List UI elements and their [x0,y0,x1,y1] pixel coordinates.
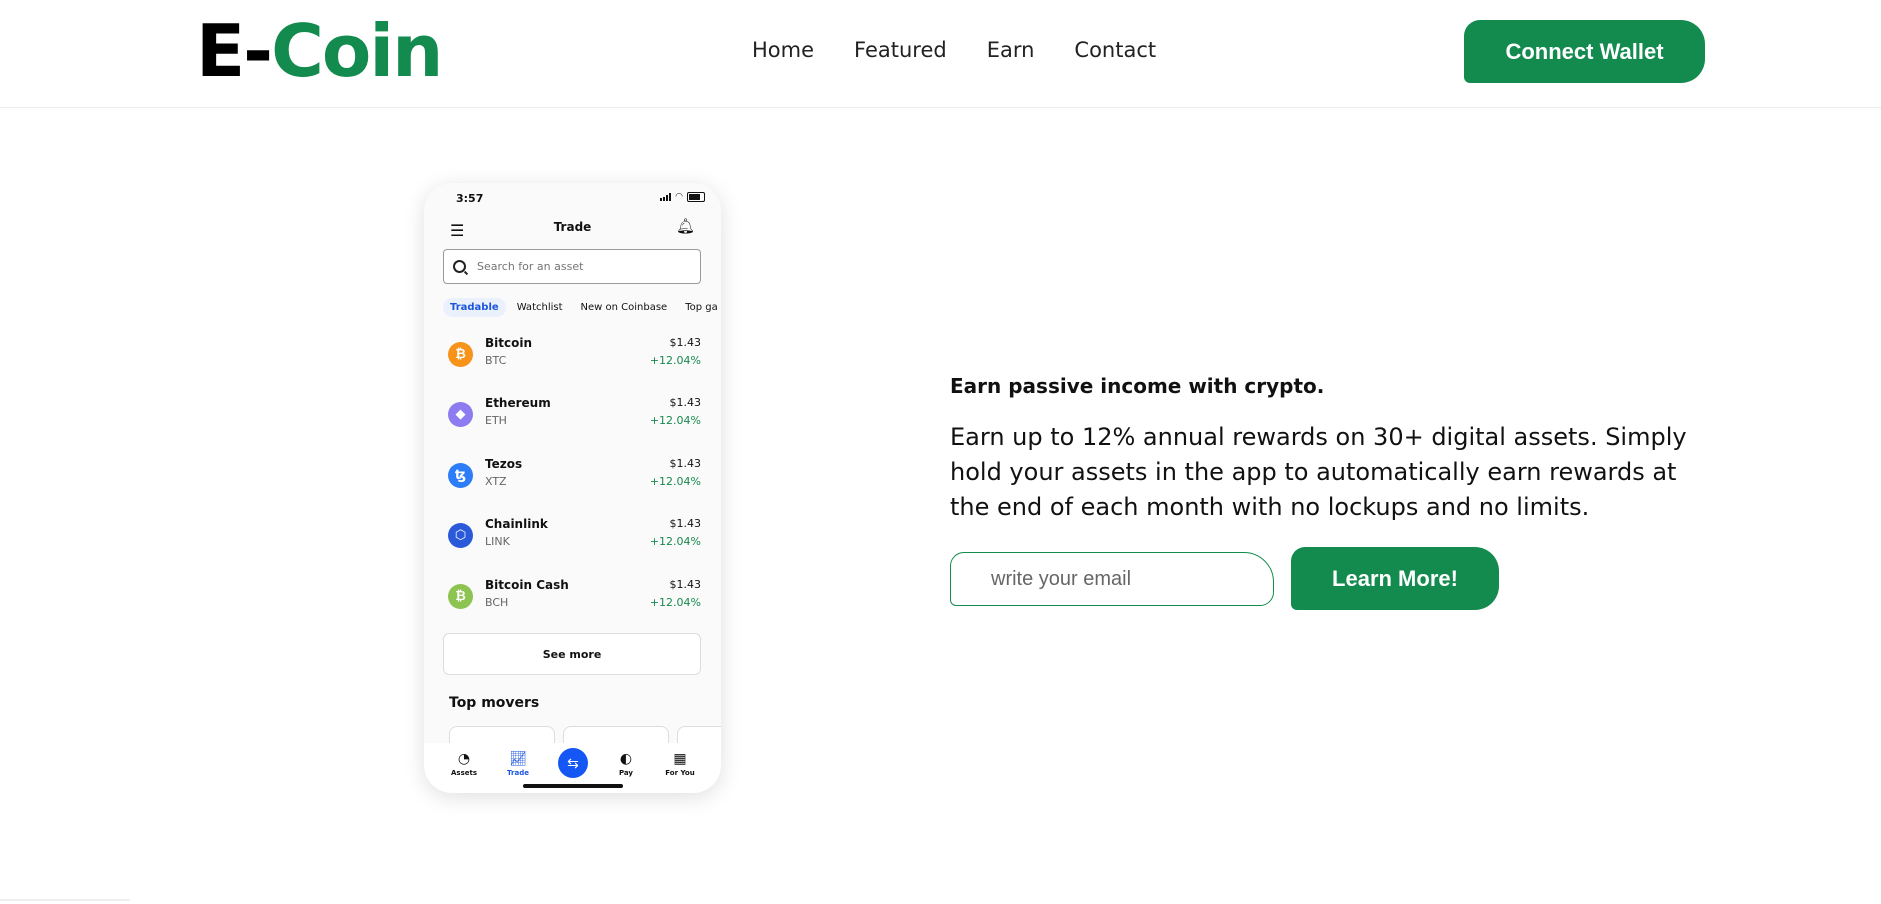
chainlink-icon: ⬡ [448,523,473,548]
asset-change: +12.04% [649,475,701,488]
bell-icon[interactable]: 🔔︎ [676,217,695,235]
nav-label: For You [665,769,695,777]
nav-featured[interactable]: Featured [854,38,947,62]
email-input[interactable] [950,552,1274,606]
asset-price: $1.43 [669,396,702,409]
nav-label: Assets [450,769,477,777]
tezos-icon: ꜩ [448,463,473,488]
status-icons: ◠ [660,192,705,202]
phone-mockup: 3:57 ◠ ☰ Trade 🔔︎ Tradable Watchlist New… [424,183,721,793]
nav-home[interactable]: Home [752,38,814,62]
nav-contact[interactable]: Contact [1074,38,1156,62]
asset-name: Ethereum [485,396,551,410]
pie-chart-icon: ◔ [457,751,471,767]
asset-row[interactable]: ₿ Bitcoin BTC $1.43 +12.04% [448,332,701,376]
asset-name: Bitcoin [485,336,533,350]
logo[interactable]: E-Coin [196,9,443,93]
asset-symbol: ETH [485,414,507,427]
asset-change: +12.04% [649,414,701,427]
bitcoin-icon: ₿ [448,342,473,367]
top-movers-heading: Top movers [449,695,540,711]
search-icon [453,260,466,273]
nav-trade[interactable]: 📈︎ Trade [496,751,540,777]
ethereum-icon: ◆ [448,402,473,427]
asset-search-box[interactable] [443,249,701,284]
asset-tabs: Tradable Watchlist New on Coinbase Top g… [443,298,721,317]
nav-label: Pay [618,769,633,777]
pay-icon: ◐ [619,751,633,767]
divider [0,899,130,901]
grid-icon: ▦ [673,751,687,767]
hero-headline: Earn passive income with crypto. [950,374,1325,398]
asset-change: +12.04% [649,354,701,367]
site-header: E-Coin Home Featured Earn Contact Connec… [0,0,1881,108]
nav-label: Trade [507,769,529,777]
asset-symbol: XTZ [485,475,507,488]
asset-row[interactable]: ₿ Bitcoin Cash BCH $1.43 +12.04% [448,574,701,618]
asset-row[interactable]: ◆ Ethereum ETH $1.43 +12.04% [448,392,701,436]
learn-more-button[interactable]: Learn More! [1291,547,1499,610]
trend-chart-icon: 📈︎ [509,751,527,767]
tab-tradable[interactable]: Tradable [443,298,506,317]
asset-change: +12.04% [649,535,701,548]
see-more-button[interactable]: See more [443,633,701,675]
hero-description: Earn up to 12% annual rewards on 30+ dig… [950,423,1687,521]
asset-search-input[interactable] [475,259,679,274]
bitcoin-cash-icon: ₿ [448,584,473,609]
asset-price: $1.43 [669,336,702,349]
main-nav: Home Featured Earn Contact [752,38,1156,62]
asset-row[interactable]: ⬡ Chainlink LINK $1.43 +12.04% [448,513,701,557]
asset-symbol: BCH [485,596,509,609]
wifi-icon: ◠ [675,192,683,202]
asset-change: +12.04% [649,596,701,609]
asset-row[interactable]: ꜩ Tezos XTZ $1.43 +12.04% [448,453,701,497]
asset-price: $1.43 [669,578,702,591]
home-indicator [523,784,623,788]
nav-assets[interactable]: ◔ Assets [442,751,486,777]
signal-icon [660,193,672,201]
asset-name: Bitcoin Cash [485,578,569,592]
logo-part-1: E- [196,9,273,93]
logo-part-2: Coin [271,9,443,93]
asset-price: $1.43 [669,517,702,530]
asset-symbol: LINK [485,535,510,548]
asset-symbol: BTC [485,354,507,367]
connect-wallet-button[interactable]: Connect Wallet [1464,20,1705,83]
asset-name: Tezos [485,457,523,471]
asset-name: Chainlink [485,517,548,531]
status-time: 3:57 [456,192,484,205]
tab-watchlist[interactable]: Watchlist [510,298,570,317]
asset-price: $1.43 [669,457,702,470]
swap-arrows-icon[interactable]: ⇆ [558,748,588,778]
nav-earn[interactable]: Earn [987,38,1035,62]
battery-icon [687,192,705,202]
nav-pay[interactable]: ◐ Pay [604,751,648,777]
nav-for-you[interactable]: ▦ For You [658,751,702,777]
tab-top-gainers[interactable]: Top ga [678,298,721,317]
tab-new-on-coinbase[interactable]: New on Coinbase [574,298,675,317]
